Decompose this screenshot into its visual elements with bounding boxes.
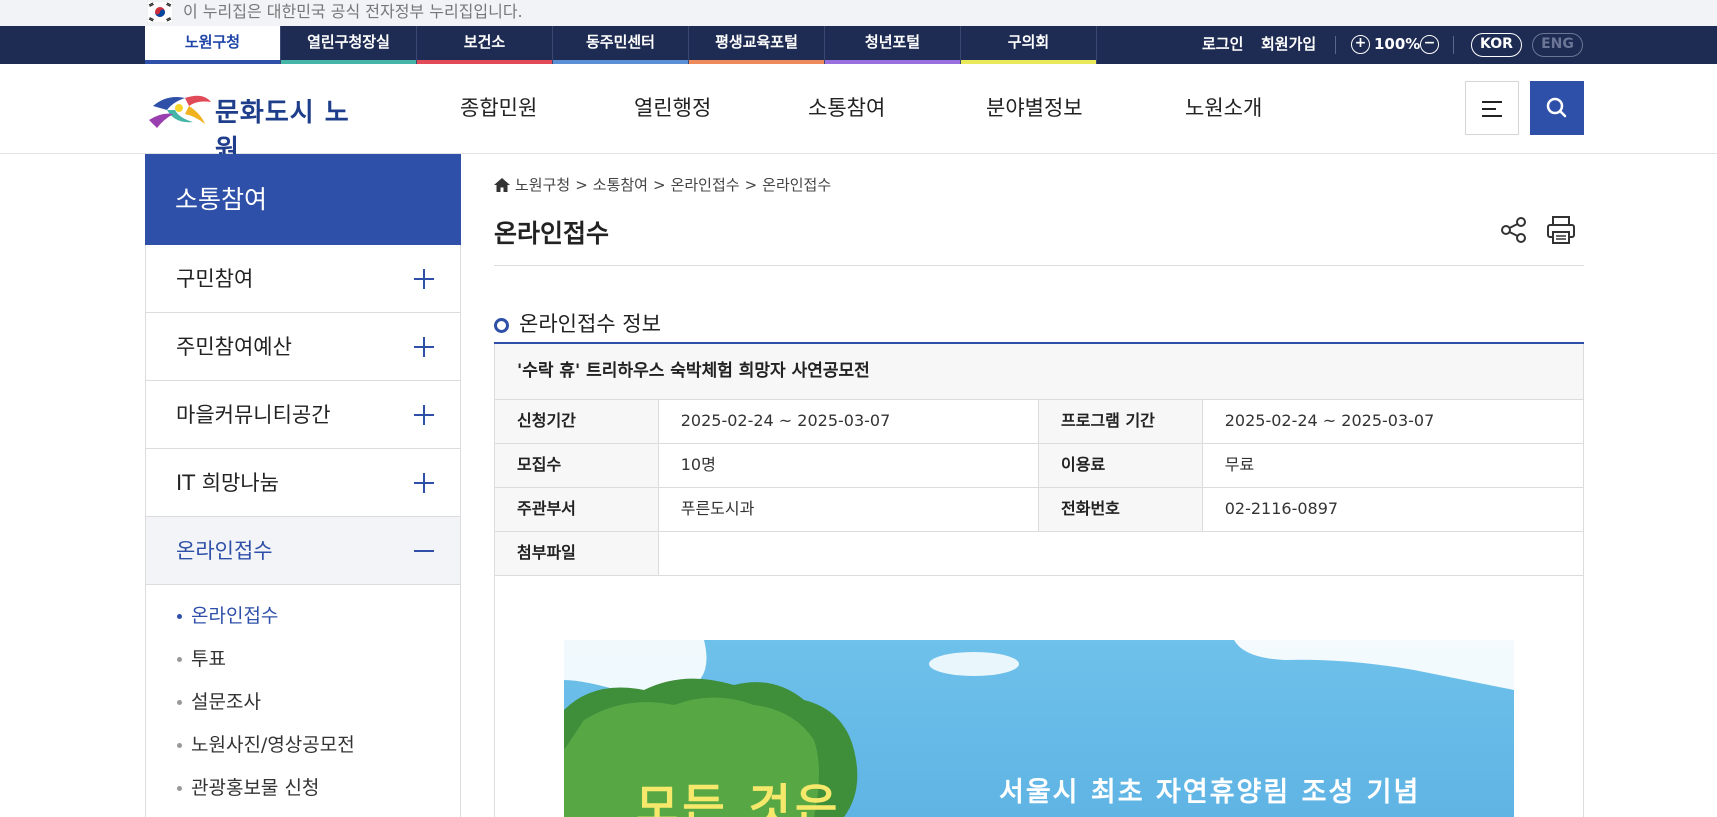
plus-icon — [414, 405, 434, 425]
table-row: 신청기간 2025-02-24 ~ 2025-03-07 프로그램 기간 202… — [494, 400, 1584, 444]
program-period-value: 2025-02-24 ~ 2025-03-07 — [1224, 411, 1435, 430]
all-menu-button[interactable] — [1465, 81, 1519, 135]
side-item-label: 온라인접수 — [176, 539, 273, 563]
zoom-out-button[interactable]: − — [1420, 35, 1439, 54]
plus-icon — [414, 473, 434, 493]
utility-menu: 로그인 회원가입 + 100% − KOR ENG — [0, 26, 1717, 64]
apply-period-value: 2025-02-24 ~ 2025-03-07 — [659, 400, 1039, 443]
hamburger-icon — [1482, 108, 1496, 110]
site-logo[interactable]: 문화도시 노원 — [145, 84, 365, 165]
side-sub-list: 온라인접수 투표 설문조사 노원사진/영상공모전 관광홍보물 신청 — [146, 585, 460, 814]
hamburger-icon — [1482, 101, 1502, 103]
fee-label: 이용료 — [1039, 444, 1203, 487]
nav-item-about-nowon[interactable]: 노원소개 — [1185, 92, 1262, 122]
breadcrumb-item[interactable]: 소통참여 — [593, 174, 648, 195]
recruit-value: 10명 — [659, 444, 1039, 487]
taegukgi-flag-icon — [147, 1, 173, 23]
print-icon[interactable] — [1545, 214, 1577, 246]
nowon-star-logo-icon — [149, 95, 211, 128]
poster-headline: 모든 것은 — [636, 779, 842, 817]
event-poster-image: 모든 것은 서울시 최초 자연휴양림 조성 기념 — [564, 640, 1514, 817]
lang-eng-button[interactable]: ENG — [1532, 33, 1583, 57]
sub-item-survey[interactable]: 설문조사 — [146, 685, 460, 728]
side-item-label: 주민참여예산 — [176, 335, 292, 359]
main-content: 노원구청 > 소통참여 > 온라인접수 > 온라인접수 온라인접수 온라인접수 … — [494, 154, 1584, 817]
phone-value: 02-2116-0897 — [1224, 499, 1339, 518]
section-heading: 온라인접수 정보 — [494, 308, 661, 338]
side-nav-title: 소통참여 — [145, 154, 461, 245]
attach-label: 첨부파일 — [495, 532, 659, 575]
nav-item-participation[interactable]: 소통참여 — [808, 92, 885, 122]
breadcrumb-separator: > — [575, 175, 588, 194]
dept-value: 푸른도시과 — [659, 488, 1039, 531]
site-topbar: 노원구청 열린구청장실 보건소 동주민센터 평생교육포털 청년포털 구의회 로그… — [0, 26, 1717, 64]
sub-item-photo-contest[interactable]: 노원사진/영상공모전 — [146, 728, 460, 771]
poster-caption: 서울시 최초 자연휴양림 조성 기념 — [999, 777, 1421, 808]
table-row: 모집수 10명 이용료 무료 — [494, 444, 1584, 488]
zoom-level: 100% — [1374, 35, 1421, 53]
divider — [1335, 36, 1336, 54]
site-header: 문화도시 노원 종합민원 열린행정 소통참여 분야별정보 노원소개 — [0, 64, 1717, 165]
program-name: '수락 휴' 트리하우스 숙박체험 희망자 사연공모전 — [494, 344, 1584, 400]
side-nav: 소통참여 구민참여 주민참여예산 마을커뮤니티공간 IT 희망나눔 온라인접수 … — [145, 154, 461, 817]
section-title: 온라인접수 정보 — [519, 312, 661, 336]
side-item-label: 마을커뮤니티공간 — [176, 403, 331, 427]
breadcrumb-item-current: 온라인접수 — [762, 176, 832, 194]
phone-label: 전화번호 — [1039, 488, 1203, 531]
search-button[interactable] — [1530, 81, 1584, 135]
home-icon[interactable] — [494, 177, 510, 192]
breadcrumb-separator: > — [652, 175, 666, 194]
zoom-in-button[interactable]: + — [1351, 35, 1370, 54]
table-row: 첨부파일 — [494, 532, 1584, 576]
gov-banner-text: 이 누리집은 대한민국 공식 전자정부 누리집입니다. — [183, 2, 523, 21]
sub-item-vote[interactable]: 투표 — [146, 642, 460, 685]
side-item-participatory-budget[interactable]: 주민참여예산 — [146, 313, 460, 381]
divider — [1453, 36, 1454, 54]
bullet-circle-icon — [494, 317, 509, 333]
signup-link[interactable]: 회원가입 — [1261, 26, 1316, 64]
program-period-label: 프로그램 기간 — [1039, 400, 1203, 443]
side-item-resident-participation[interactable]: 구민참여 — [146, 245, 460, 313]
recruit-label: 모집수 — [495, 444, 659, 487]
nav-item-civil-service[interactable]: 종합민원 — [460, 92, 537, 122]
breadcrumb-separator: > — [744, 175, 758, 194]
hamburger-icon — [1482, 115, 1502, 117]
share-icon[interactable] — [1499, 215, 1529, 245]
content-body: 모든 것은 서울시 최초 자연휴양림 조성 기념 — [494, 574, 1584, 817]
breadcrumb-item[interactable]: 노원구청 — [515, 174, 570, 195]
dept-label: 주관부서 — [495, 488, 659, 531]
side-item-label: IT 희망나눔 — [176, 471, 279, 495]
sub-item-tourism-material[interactable]: 관광홍보물 신청 — [146, 771, 460, 814]
nav-item-field-info[interactable]: 분야별정보 — [986, 92, 1083, 122]
program-info-table: '수락 휴' 트리하우스 숙박체험 희망자 사연공모전 신청기간 2025-02… — [494, 342, 1584, 576]
table-row: 주관부서 푸른도시과 전화번호 02-2116-0897 — [494, 488, 1584, 532]
title-divider — [494, 265, 1584, 266]
plus-icon — [414, 337, 434, 357]
login-link[interactable]: 로그인 — [1202, 26, 1243, 64]
page-title: 온라인접수 — [494, 219, 610, 248]
search-icon — [1546, 97, 1567, 118]
side-item-online-application[interactable]: 온라인접수 — [146, 517, 460, 585]
gov-banner: 이 누리집은 대한민국 공식 전자정부 누리집입니다. — [0, 0, 1717, 26]
apply-period-label: 신청기간 — [495, 400, 659, 443]
side-item-it-sharing[interactable]: IT 희망나눔 — [146, 449, 460, 517]
nav-item-open-admin[interactable]: 열린행정 — [634, 92, 711, 122]
lang-kor-button[interactable]: KOR — [1471, 33, 1522, 57]
side-item-community-space[interactable]: 마을커뮤니티공간 — [146, 381, 460, 449]
minus-icon — [414, 541, 434, 561]
sub-item-online-application[interactable]: 온라인접수 — [146, 599, 460, 642]
breadcrumb-item[interactable]: 온라인접수 — [671, 174, 740, 195]
attach-value[interactable] — [659, 532, 1583, 575]
plus-icon — [414, 269, 434, 289]
side-item-label: 구민참여 — [176, 267, 254, 291]
fee-value: 무료 — [1224, 455, 1255, 474]
breadcrumb: 노원구청 > 소통참여 > 온라인접수 > 온라인접수 — [494, 174, 831, 195]
